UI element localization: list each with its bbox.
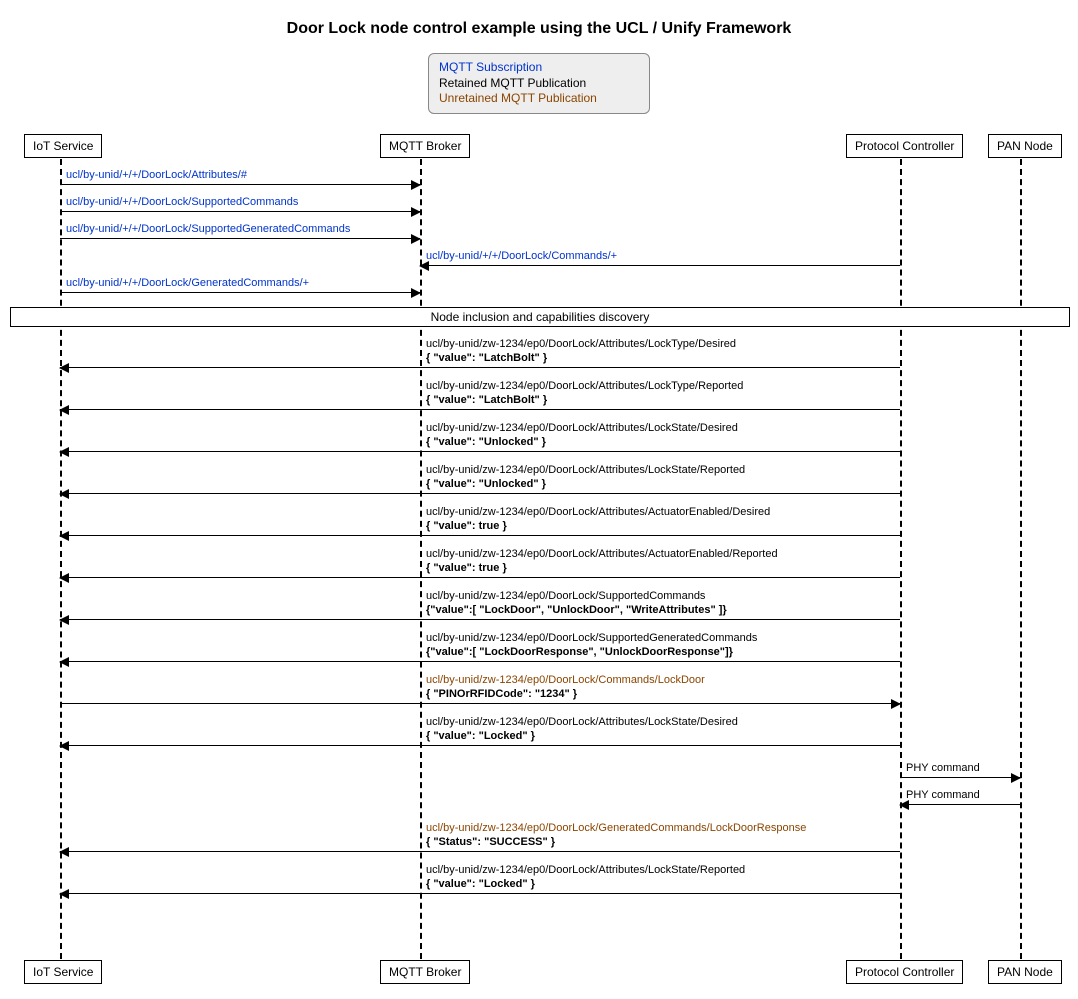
actor-broker-bottom: MQTT Broker [380,960,470,984]
msg-label: ucl/by-unid/zw-1234/ep0/DoorLock/Support… [426,632,757,660]
msg-label: PHY command [906,789,980,803]
msg-label: PHY command [906,762,980,776]
msg-label: ucl/by-unid/zw-1234/ep0/DoorLock/Attribu… [426,548,778,576]
msg-lockstate-desired: ucl/by-unid/zw-1234/ep0/DoorLock/Attribu… [60,451,900,452]
msg-sub-attributes: ucl/by-unid/+/+/DoorLock/Attributes/# [60,184,420,185]
divider-inclusion: Node inclusion and capabilities discover… [10,307,1070,327]
msg-locktype-reported: ucl/by-unid/zw-1234/ep0/DoorLock/Attribu… [60,409,900,410]
msg-lockdoor-command: ucl/by-unid/zw-1234/ep0/DoorLock/Command… [60,703,900,704]
msg-lockstate-reported: ucl/by-unid/zw-1234/ep0/DoorLock/Attribu… [60,493,900,494]
msg-label: ucl/by-unid/+/+/DoorLock/GeneratedComman… [66,277,309,291]
actor-controller-top: Protocol Controller [846,134,963,158]
actor-iot-top: IoT Service [24,134,102,158]
msg-sub-supported-commands: ucl/by-unid/+/+/DoorLock/SupportedComman… [60,211,420,212]
msg-lockstate-reported-locked: ucl/by-unid/zw-1234/ep0/DoorLock/Attribu… [60,893,900,894]
msg-label: ucl/by-unid/zw-1234/ep0/DoorLock/Command… [426,674,705,702]
msg-label: ucl/by-unid/zw-1234/ep0/DoorLock/Attribu… [426,506,770,534]
msg-label: ucl/by-unid/+/+/DoorLock/SupportedComman… [66,196,298,210]
msg-sub-gen-commands: ucl/by-unid/+/+/DoorLock/GeneratedComman… [60,292,420,293]
msg-label: ucl/by-unid/zw-1234/ep0/DoorLock/Generat… [426,822,806,850]
actor-node-bottom: PAN Node [988,960,1062,984]
msg-label: ucl/by-unid/zw-1234/ep0/DoorLock/Attribu… [426,380,743,408]
msg-label: ucl/by-unid/zw-1234/ep0/DoorLock/Attribu… [426,464,745,492]
msg-sub-supported-gen-commands: ucl/by-unid/+/+/DoorLock/SupportedGenera… [60,238,420,239]
legend-subscription: MQTT Subscription [439,60,639,76]
msg-label: ucl/by-unid/zw-1234/ep0/DoorLock/Support… [426,590,727,618]
legend-box: MQTT Subscription Retained MQTT Publicat… [428,53,650,114]
lifeline-node [1020,159,1022,959]
msg-label: ucl/by-unid/+/+/DoorLock/Commands/+ [426,250,617,264]
msg-actuator-desired: ucl/by-unid/zw-1234/ep0/DoorLock/Attribu… [60,535,900,536]
msg-supported-commands: ucl/by-unid/zw-1234/ep0/DoorLock/Support… [60,619,900,620]
legend-retained: Retained MQTT Publication [439,76,639,92]
msg-label: ucl/by-unid/zw-1234/ep0/DoorLock/Attribu… [426,864,745,892]
msg-locktype-desired: ucl/by-unid/zw-1234/ep0/DoorLock/Attribu… [60,367,900,368]
msg-label: ucl/by-unid/+/+/DoorLock/Attributes/# [66,169,247,183]
msg-label: ucl/by-unid/zw-1234/ep0/DoorLock/Attribu… [426,422,738,450]
msg-actuator-reported: ucl/by-unid/zw-1234/ep0/DoorLock/Attribu… [60,577,900,578]
msg-lockdoor-response: ucl/by-unid/zw-1234/ep0/DoorLock/Generat… [60,851,900,852]
lifeline-controller [900,159,902,959]
actor-controller-bottom: Protocol Controller [846,960,963,984]
lifeline-broker [420,159,422,959]
msg-label: ucl/by-unid/zw-1234/ep0/DoorLock/Attribu… [426,716,738,744]
msg-label: ucl/by-unid/+/+/DoorLock/SupportedGenera… [66,223,350,237]
actor-iot-bottom: IoT Service [24,960,102,984]
diagram-title: Door Lock node control example using the… [10,20,1068,38]
sequence-diagram: IoT Service MQTT Broker Protocol Control… [10,129,1070,989]
actor-broker-top: MQTT Broker [380,134,470,158]
msg-supported-gen-commands: ucl/by-unid/zw-1234/ep0/DoorLock/Support… [60,661,900,662]
actor-node-top: PAN Node [988,134,1062,158]
msg-lockstate-desired-locked: ucl/by-unid/zw-1234/ep0/DoorLock/Attribu… [60,745,900,746]
msg-phy-out: PHY command [900,777,1020,778]
msg-phy-in: PHY command [900,804,1020,805]
msg-sub-commands: ucl/by-unid/+/+/DoorLock/Commands/+ [420,265,900,266]
legend-unretained: Unretained MQTT Publication [439,91,639,107]
lifeline-iot [60,159,62,959]
msg-label: ucl/by-unid/zw-1234/ep0/DoorLock/Attribu… [426,338,736,366]
